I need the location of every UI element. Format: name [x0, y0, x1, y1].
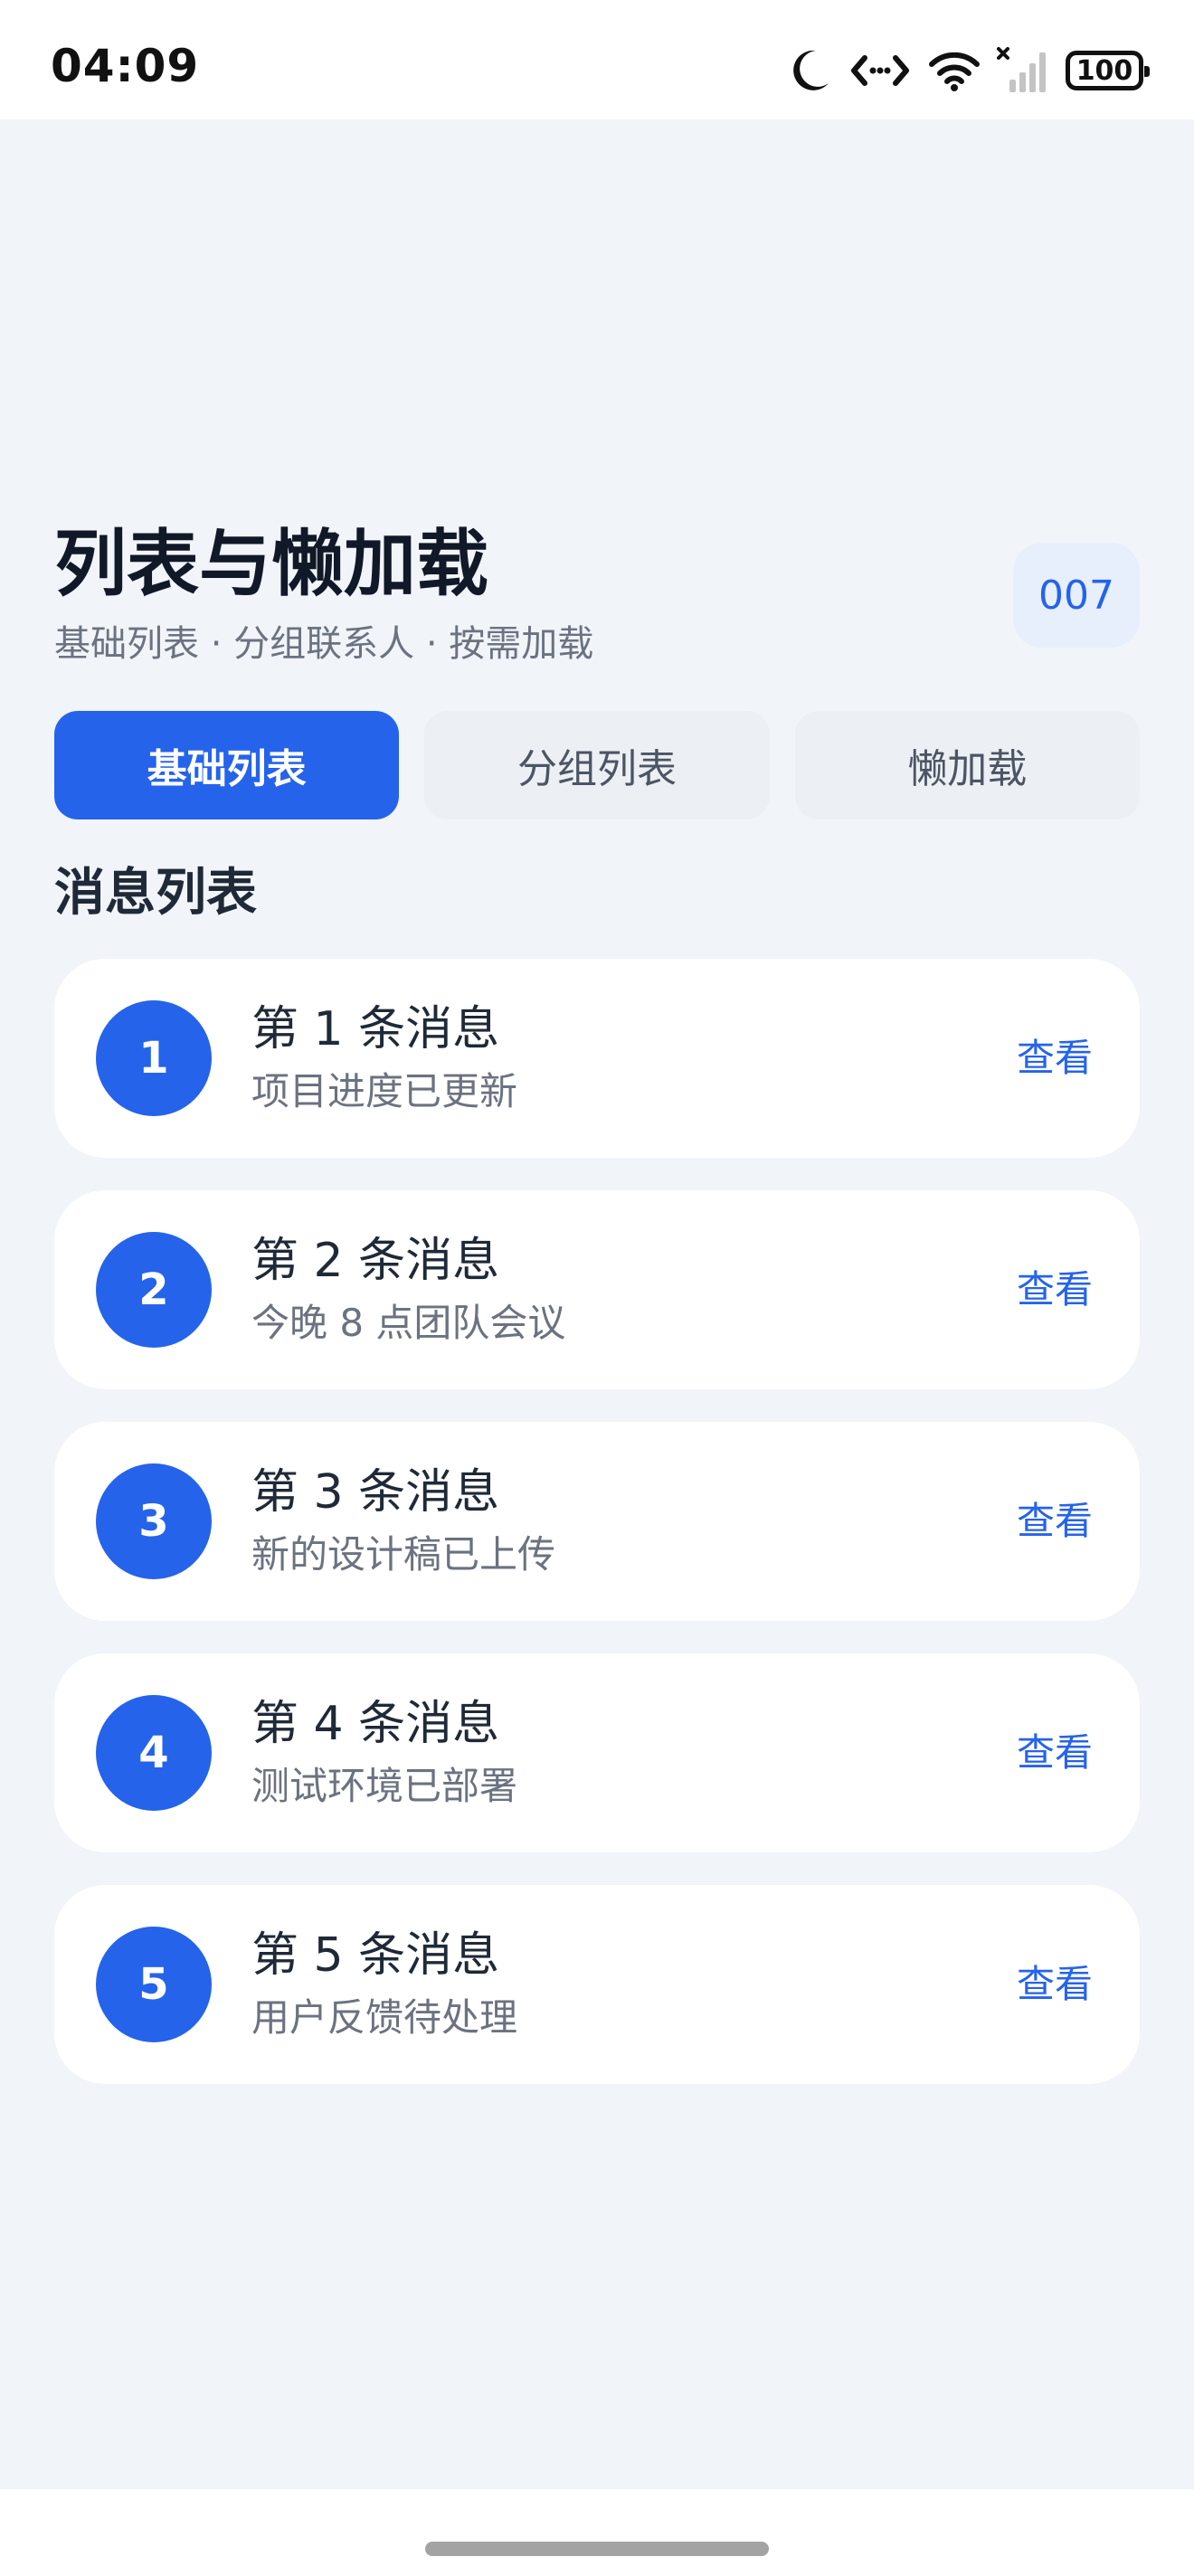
- battery-icon: 100: [1066, 51, 1150, 90]
- counter-badge: 007: [1013, 543, 1140, 648]
- status-icons: 100: [789, 43, 1150, 98]
- view-link[interactable]: 查看: [1017, 1494, 1093, 1548]
- bottom-bar: [0, 2489, 1194, 2576]
- message-title: 第 4 条消息: [251, 1697, 500, 1751]
- message-index-avatar: 4: [96, 1695, 212, 1811]
- moon-icon: [789, 47, 832, 94]
- message-index-avatar: 3: [96, 1463, 212, 1579]
- view-link[interactable]: 查看: [1017, 1726, 1093, 1780]
- message-index-avatar: 5: [96, 1927, 212, 2042]
- wifi-icon: [928, 50, 981, 91]
- view-link[interactable]: 查看: [1017, 1957, 1093, 2012]
- message-card[interactable]: 1 第 1 条消息 项目进度已更新 查看: [54, 959, 1140, 1158]
- message-title: 第 1 条消息: [251, 1002, 500, 1056]
- message-description: 项目进度已更新: [251, 1069, 518, 1113]
- message-description: 用户反馈待处理: [251, 1995, 518, 2040]
- message-list: 1 第 1 条消息 项目进度已更新 查看 2 第 2 条消息 今晚 8 点团队会…: [54, 959, 1140, 2117]
- tab-bar: 基础列表 分组列表 懒加载: [54, 711, 1140, 819]
- status-bar: 04:09 100: [0, 0, 1194, 119]
- page-title: 列表与懒加载: [54, 522, 488, 606]
- cellular-signal-icon: [997, 47, 1049, 94]
- message-title: 第 3 条消息: [251, 1465, 500, 1520]
- view-link[interactable]: 查看: [1017, 1031, 1093, 1085]
- status-time: 04:09: [51, 40, 200, 92]
- view-link[interactable]: 查看: [1017, 1263, 1093, 1317]
- page-subtitle: 基础列表 · 分组联系人 · 按需加载: [54, 623, 594, 665]
- message-description: 今晚 8 点团队会议: [251, 1301, 566, 1345]
- tab-lazy-load[interactable]: 懒加载: [794, 711, 1140, 819]
- message-index-avatar: 1: [96, 1000, 212, 1116]
- data-transfer-icon: [848, 51, 912, 90]
- message-card[interactable]: 3 第 3 条消息 新的设计稿已上传 查看: [54, 1422, 1140, 1621]
- message-index-avatar: 2: [96, 1232, 212, 1348]
- message-description: 新的设计稿已上传: [251, 1532, 556, 1577]
- section-title: 消息列表: [54, 864, 257, 923]
- message-description: 测试环境已部署: [251, 1764, 518, 1808]
- tab-basic-list[interactable]: 基础列表: [54, 711, 400, 819]
- tab-grouped-list[interactable]: 分组列表: [424, 711, 770, 819]
- message-card[interactable]: 4 第 4 条消息 测试环境已部署 查看: [54, 1653, 1140, 1852]
- message-title: 第 5 条消息: [251, 1928, 500, 1983]
- message-title: 第 2 条消息: [251, 1234, 500, 1288]
- message-card[interactable]: 2 第 2 条消息 今晚 8 点团队会议 查看: [54, 1190, 1140, 1389]
- message-card[interactable]: 5 第 5 条消息 用户反馈待处理 查看: [54, 1885, 1140, 2084]
- home-indicator[interactable]: [425, 2542, 769, 2556]
